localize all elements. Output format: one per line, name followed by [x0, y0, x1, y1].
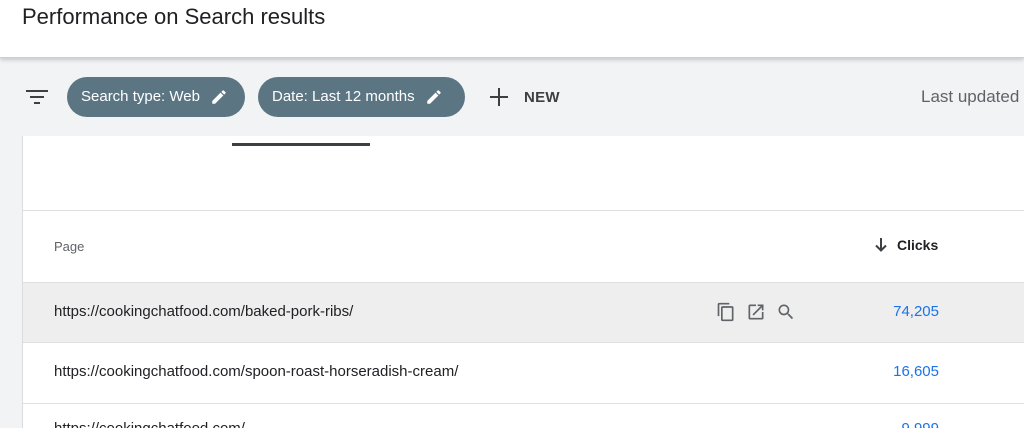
results-card: Page Clicks https://cookingchatfood.com/… [22, 136, 1024, 428]
new-label: NEW [524, 88, 560, 106]
filter-toolbar: Search type: Web Date: Last 12 months NE… [0, 58, 1024, 136]
content-area: Page Clicks https://cookingchatfood.com/… [0, 136, 1024, 428]
search-type-chip[interactable]: Search type: Web [67, 77, 245, 117]
search-icon[interactable] [776, 302, 796, 322]
chip-label: Date: Last 12 months [272, 88, 415, 105]
table-row[interactable]: https://cookingchatfood.com/spoon-roast-… [23, 342, 1024, 402]
open-in-new-icon[interactable] [746, 302, 766, 322]
table-row[interactable]: https://cookingchatfood.com/... 9,999 [23, 403, 1024, 428]
date-range-chip[interactable]: Date: Last 12 months [258, 77, 465, 117]
row-actions [716, 302, 796, 322]
page-url[interactable]: https://cookingchatfood.com/baked-pork-r… [54, 303, 353, 320]
clicks-value: 16,605 [893, 363, 939, 380]
page-url[interactable]: https://cookingchatfood.com/spoon-roast-… [54, 363, 458, 380]
clicks-value: 9,999 [901, 420, 939, 428]
column-header-page[interactable]: Page [54, 239, 84, 254]
copy-icon[interactable] [716, 302, 736, 322]
new-filter-button[interactable]: NEW [488, 83, 560, 111]
chip-label: Search type: Web [81, 88, 200, 105]
clicks-value: 74,205 [893, 303, 939, 320]
page-header: Performance on Search results [0, 0, 1024, 58]
plus-icon [488, 86, 510, 108]
edit-icon[interactable] [210, 88, 228, 106]
last-updated-text: Last updated [921, 87, 1020, 106]
active-tab-indicator [232, 143, 370, 146]
filter-icon[interactable] [24, 85, 50, 109]
table-row[interactable]: https://cookingchatfood.com/baked-pork-r… [23, 282, 1024, 342]
page-title: Performance on Search results [22, 4, 326, 29]
divider [23, 210, 1024, 211]
arrow-down-icon [873, 237, 889, 253]
edit-icon[interactable] [425, 88, 443, 106]
column-header-clicks[interactable]: Clicks [873, 237, 938, 253]
page-url[interactable]: https://cookingchatfood.com/... [54, 420, 257, 428]
clicks-label: Clicks [897, 237, 939, 253]
